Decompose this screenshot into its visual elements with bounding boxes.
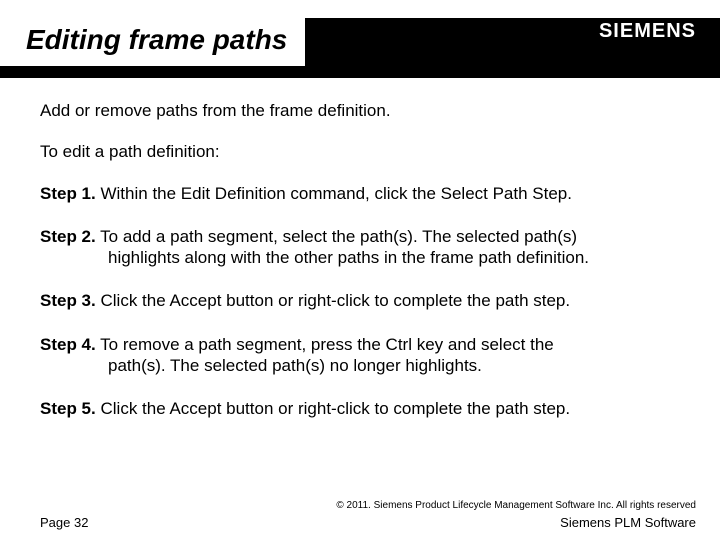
intro-line-1: Add or remove paths from the frame defin… <box>40 100 680 121</box>
page-number: Page 32 <box>40 515 88 530</box>
siemens-logo: SIEMENS <box>599 20 696 43</box>
step-4-label: Step 4. <box>40 335 96 354</box>
content-area: Add or remove paths from the frame defin… <box>40 100 680 480</box>
step-4-text-a: To remove a path segment, press the Ctrl… <box>100 335 554 354</box>
step-5-text: Click the Accept button or right-click t… <box>100 399 570 418</box>
step-5-label: Step 5. <box>40 399 96 418</box>
footer-row: Page 32 Siemens PLM Software <box>40 515 696 530</box>
step-3-text: Click the Accept button or right-click t… <box>100 291 570 310</box>
step-2-text-a: To add a path segment, select the path(s… <box>100 227 577 246</box>
step-1-label: Step 1. <box>40 184 96 203</box>
product-name: Siemens PLM Software <box>560 515 696 530</box>
step-1-text: Within the Edit Definition command, clic… <box>100 184 572 203</box>
step-1: Step 1. Within the Edit Definition comma… <box>40 183 680 204</box>
step-4: Step 4. To remove a path segment, press … <box>40 334 680 377</box>
slide: Editing frame paths SIEMENS Add or remov… <box>0 0 720 540</box>
step-3: Step 3. Click the Accept button or right… <box>40 290 680 311</box>
step-4-text-b: path(s). The selected path(s) no longer … <box>108 355 680 376</box>
step-2: Step 2. To add a path segment, select th… <box>40 226 680 269</box>
footer: © 2011. Siemens Product Lifecycle Manage… <box>40 500 696 530</box>
step-3-label: Step 3. <box>40 291 96 310</box>
step-2-label: Step 2. <box>40 227 96 246</box>
intro-line-2: To edit a path definition: <box>40 141 680 162</box>
title-wrap: Editing frame paths <box>0 10 305 70</box>
copyright-text: © 2011. Siemens Product Lifecycle Manage… <box>40 500 696 511</box>
step-2-text-b: highlights along with the other paths in… <box>108 247 680 268</box>
step-5: Step 5. Click the Accept button or right… <box>40 398 680 419</box>
slide-title: Editing frame paths <box>0 14 305 66</box>
